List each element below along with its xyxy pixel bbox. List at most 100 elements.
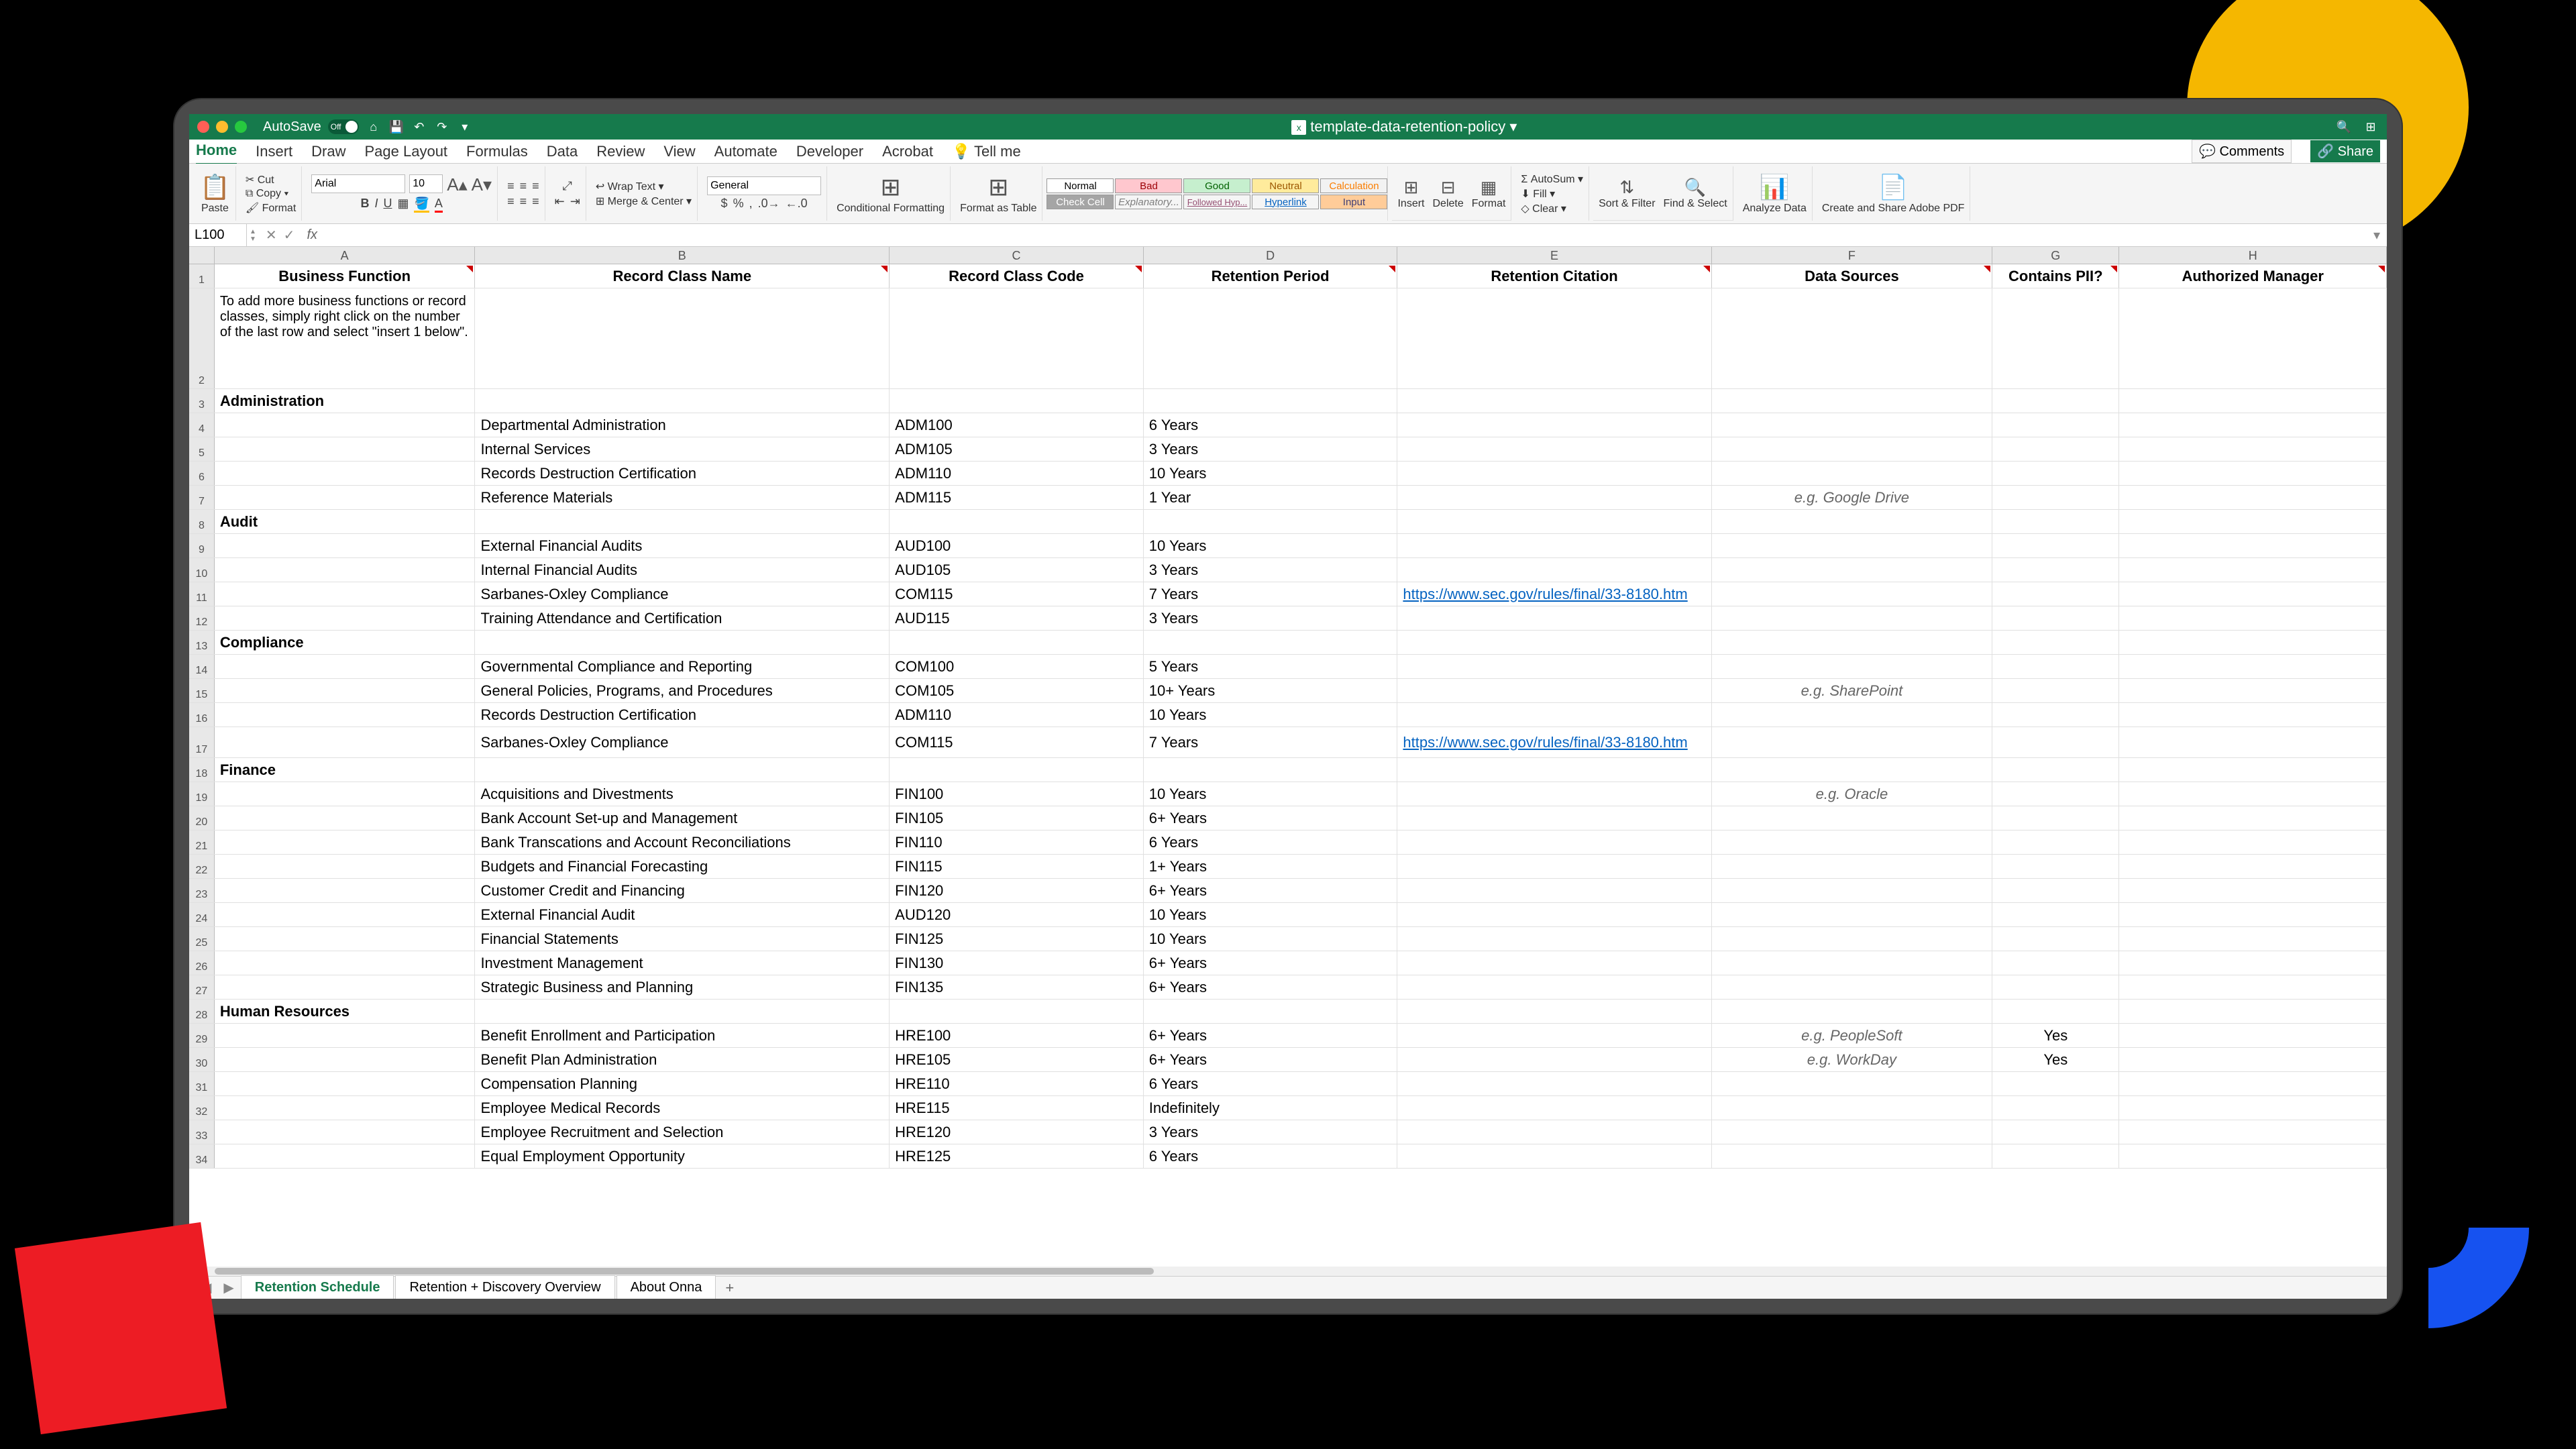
cell[interactable]: ADM110	[890, 703, 1144, 727]
cell[interactable]	[1397, 510, 1711, 533]
cell[interactable]	[890, 288, 1144, 388]
cell[interactable]	[1712, 606, 1992, 630]
cell[interactable]	[2119, 655, 2387, 678]
cell[interactable]: https://www.sec.gov/rules/final/33-8180.…	[1397, 727, 1711, 757]
cell[interactable]	[2119, 437, 2387, 461]
align-mid-icon[interactable]: ≡	[520, 179, 527, 193]
cell[interactable]	[1992, 510, 2119, 533]
cell[interactable]: e.g. Oracle	[1712, 782, 1992, 806]
accept-formula-icon[interactable]: ✓	[284, 227, 295, 244]
style-calc[interactable]: Calculation	[1320, 178, 1387, 193]
cell[interactable]	[1992, 631, 2119, 654]
cell[interactable]	[1397, 951, 1711, 975]
cell[interactable]: 6+ Years	[1144, 879, 1398, 902]
row-header[interactable]: 21	[189, 830, 215, 854]
cell[interactable]: Records Destruction Certification	[475, 703, 890, 727]
cell[interactable]	[1397, 1144, 1711, 1168]
cell[interactable]	[1397, 703, 1711, 727]
cell[interactable]	[1992, 582, 2119, 606]
cell[interactable]	[215, 1048, 476, 1071]
cell[interactable]	[215, 558, 476, 582]
cell[interactable]	[1992, 1096, 2119, 1120]
adobe-pdf-button[interactable]: 📄Create and Share Adobe PDF	[1817, 166, 1971, 221]
style-followed[interactable]: Followed Hyp...	[1183, 195, 1250, 209]
row-header[interactable]: 16	[189, 703, 215, 727]
cell[interactable]	[1712, 1096, 1992, 1120]
cell[interactable]	[1397, 758, 1711, 782]
row-header[interactable]: 28	[189, 1000, 215, 1023]
cell[interactable]	[1397, 679, 1711, 702]
cell[interactable]	[1144, 758, 1398, 782]
grid-row[interactable]: 2To add more business functions or recor…	[189, 288, 2387, 389]
row-header[interactable]: 32	[189, 1096, 215, 1120]
cell[interactable]	[1712, 510, 1992, 533]
grid-row[interactable]: 1Business FunctionRecord Class NameRecor…	[189, 264, 2387, 288]
cell[interactable]	[890, 510, 1144, 533]
cell[interactable]: Bank Transcations and Account Reconcilia…	[475, 830, 890, 854]
cell[interactable]	[2119, 486, 2387, 509]
cell[interactable]: 6 Years	[1144, 1144, 1398, 1168]
cell[interactable]	[2119, 951, 2387, 975]
grid-row[interactable]: 25Financial StatementsFIN12510 Years	[189, 927, 2387, 951]
fill-color-button[interactable]: 🪣	[414, 197, 429, 213]
cell[interactable]	[1144, 288, 1398, 388]
grid-row[interactable]: 7Reference MaterialsADM1151 Yeare.g. Goo…	[189, 486, 2387, 510]
cell[interactable]: AUD100	[890, 534, 1144, 557]
cell[interactable]: Internal Services	[475, 437, 890, 461]
cell[interactable]	[2119, 288, 2387, 388]
col-header[interactable]: G	[1992, 247, 2119, 264]
dec-dec-icon[interactable]: ←.0	[786, 197, 808, 211]
analyze-data-button[interactable]: 📊Analyze Data	[1737, 166, 1813, 221]
row-header[interactable]: 2	[189, 288, 215, 388]
cell[interactable]: 10 Years	[1144, 534, 1398, 557]
cell[interactable]	[1712, 855, 1992, 878]
inc-dec-icon[interactable]: .0→	[758, 197, 780, 211]
cell[interactable]	[1144, 631, 1398, 654]
cell[interactable]: Administration	[215, 389, 476, 413]
grid-row[interactable]: 31Compensation PlanningHRE1106 Years	[189, 1072, 2387, 1096]
cell[interactable]	[1712, 951, 1992, 975]
cell[interactable]	[2119, 1096, 2387, 1120]
cell[interactable]: Budgets and Financial Forecasting	[475, 855, 890, 878]
underline-button[interactable]: U	[383, 197, 392, 213]
cell[interactable]	[215, 1024, 476, 1047]
cell[interactable]	[1712, 703, 1992, 727]
autosave-toggle[interactable]: Off	[328, 119, 359, 134]
cell[interactable]	[1992, 534, 2119, 557]
format-painter-button[interactable]: 🖌 Format	[246, 201, 296, 215]
tab-view[interactable]: View	[663, 139, 695, 164]
cell[interactable]: Training Attendance and Certification	[475, 606, 890, 630]
cell[interactable]	[2119, 558, 2387, 582]
cell[interactable]: Yes	[1992, 1024, 2119, 1047]
col-header[interactable]: E	[1397, 247, 1711, 264]
cell[interactable]: Bank Account Set-up and Management	[475, 806, 890, 830]
sort-filter-button[interactable]: ⇅Sort & Filter	[1599, 177, 1655, 210]
cell[interactable]	[215, 927, 476, 951]
row-header[interactable]: 18	[189, 758, 215, 782]
cell[interactable]	[1397, 389, 1711, 413]
name-box-stepper[interactable]: ▲▼	[247, 228, 259, 243]
table-header-cell[interactable]: Record Class Name	[475, 264, 890, 288]
cell[interactable]	[1397, 631, 1711, 654]
cell[interactable]	[2119, 927, 2387, 951]
cell[interactable]	[1397, 830, 1711, 854]
grid-row[interactable]: 33Employee Recruitment and SelectionHRE1…	[189, 1120, 2387, 1144]
cell[interactable]	[215, 727, 476, 757]
cell[interactable]	[2119, 389, 2387, 413]
cell[interactable]	[1992, 462, 2119, 485]
cell[interactable]: 6 Years	[1144, 1072, 1398, 1095]
ribbon-options-icon[interactable]: ⊞	[2363, 119, 2379, 135]
cell[interactable]: 3 Years	[1144, 437, 1398, 461]
cell[interactable]	[1992, 727, 2119, 757]
cell[interactable]	[1992, 703, 2119, 727]
cell[interactable]	[2119, 1120, 2387, 1144]
cell[interactable]	[1397, 806, 1711, 830]
cell[interactable]	[1712, 288, 1992, 388]
cell[interactable]	[1712, 903, 1992, 926]
cell[interactable]	[2119, 830, 2387, 854]
row-header[interactable]: 34	[189, 1144, 215, 1168]
increase-font-icon[interactable]: A▴	[447, 174, 467, 195]
cell[interactable]: Customer Credit and Financing	[475, 879, 890, 902]
table-header-cell[interactable]: Retention Citation	[1397, 264, 1711, 288]
cell[interactable]: ADM115	[890, 486, 1144, 509]
